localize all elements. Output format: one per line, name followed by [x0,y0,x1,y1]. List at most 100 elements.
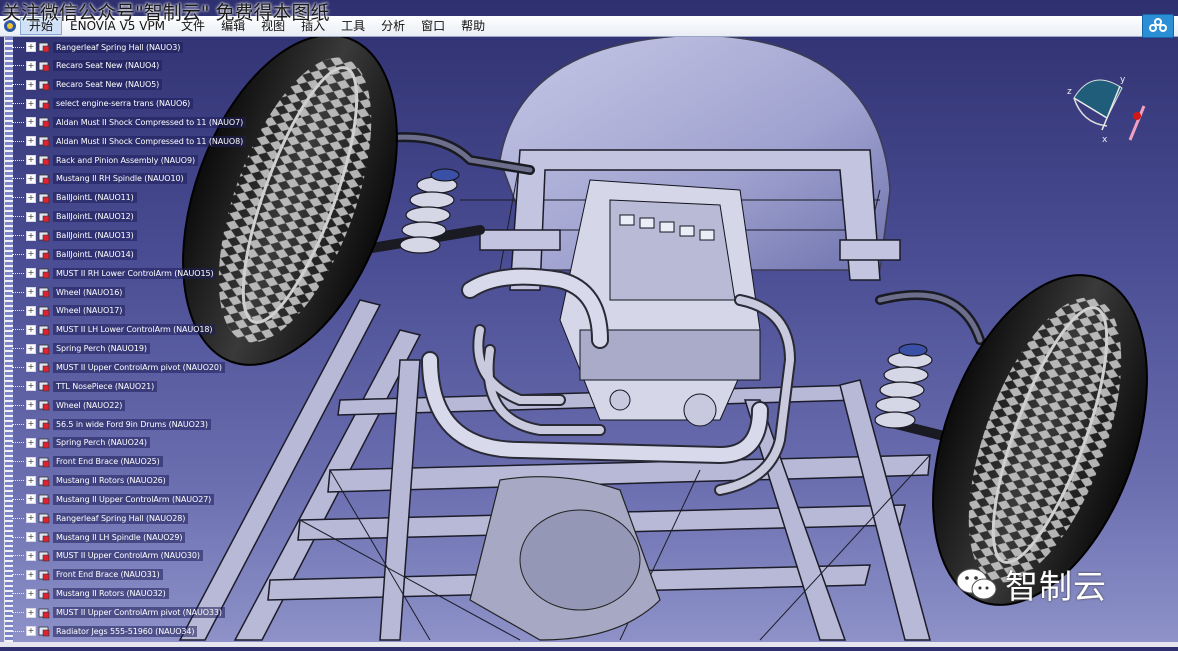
expand-icon[interactable]: + [26,456,36,467]
part-icon [38,551,50,562]
part-icon [38,80,50,90]
expand-icon[interactable]: + [26,42,36,52]
part-icon [38,438,50,449]
tree-node-label: Front End Brace (NAUO25) [53,456,163,468]
menu-analysis[interactable]: 分析 [373,16,413,36]
part-icon [38,99,50,109]
tree-connector [12,517,24,519]
tree-node[interactable]: + MUST II Upper ControlArm (NAUO30) [12,548,203,564]
part-icon [38,155,50,166]
expand-icon[interactable]: + [26,362,36,373]
tree-node[interactable]: + Mustang II Rotors (NAUO32) [12,586,169,602]
part-icon [38,249,50,260]
tree-node-label: Rangerleaf Spring Hall (NAUO28) [53,512,189,524]
expand-icon[interactable]: + [26,211,36,222]
tree-connector [12,329,24,331]
tree-connector [12,46,24,48]
expand-icon[interactable]: + [26,343,36,354]
tree-node[interactable]: + Rangerleaf Spring Hall (NAUO3) [12,39,184,55]
tree-connector [12,197,24,199]
tree-node[interactable]: + Recaro Seat New (NAUO5) [12,77,163,93]
tree-node[interactable]: + Front End Brace (NAUO25) [12,454,163,470]
expand-icon[interactable]: + [26,626,36,637]
tree-node[interactable]: + BallJointL (NAUO12) [12,209,137,225]
tree-node[interactable]: +56.5 in wide Ford 9in Drums (NAUO23) [12,416,211,432]
expand-icon[interactable]: + [26,173,36,184]
tree-connector [12,442,24,444]
tree-node[interactable]: + Spring Perch (NAUO24) [12,435,150,451]
expand-icon[interactable]: + [26,155,36,166]
tree-node-label: Aldan Must II Shock Compressed to 11 (NA… [53,116,247,128]
tree-node[interactable]: + Aldan Must II Shock Compressed to 11 (N… [12,133,247,149]
expand-icon[interactable]: + [26,117,36,128]
tree-node[interactable]: + MUST II LH Lower ControlArm (NAUO18) [12,322,216,338]
expand-icon[interactable]: + [26,532,36,543]
expand-icon[interactable]: + [26,494,36,505]
expand-icon[interactable]: + [26,588,36,599]
part-icon [38,136,50,147]
tree-node[interactable]: + TTL NosePiece (NAUO21) [12,378,158,394]
part-icon [38,457,50,467]
tree-node[interactable]: + Mustang II RH Spindle (NAUO10) [12,171,187,187]
network-help-button[interactable] [1142,14,1174,38]
tree-node[interactable]: + Mustang II Rotors (NAUO26) [12,473,169,489]
expand-icon[interactable]: + [26,79,36,90]
expand-icon[interactable]: + [26,249,36,260]
tree-node-label: TTL NosePiece (NAUO21) [53,380,158,392]
compass-widget[interactable]: z y x [1062,68,1152,152]
part-icon [38,117,50,128]
tree-connector [12,555,24,557]
menu-tools[interactable]: 工具 [333,16,373,36]
tree-node[interactable]: + Radiator Jegs 555-51960 (NAUO34) [12,623,198,639]
expand-icon[interactable]: + [26,136,36,147]
expand-icon[interactable]: + [26,268,36,279]
tree-node[interactable]: + Aldan Must II Shock Compressed to 11 (N… [12,114,247,130]
tree-node[interactable]: + Recaro Seat New (NAUO4) [12,58,163,74]
tree-node-label: select engine-serra trans (NAUO6) [53,98,194,110]
tree-node[interactable]: + Rack and Pinion Assembly (NAUO9) [12,152,198,168]
brand-watermark-text: 智制云 [1005,567,1107,606]
tree-node-label: Wheel (NAUO22) [53,399,126,411]
expand-icon[interactable]: + [26,569,36,580]
tree-node[interactable]: + MUST II Upper ControlArm pivot (NAUO33) [12,605,225,621]
expand-icon[interactable]: + [26,381,36,392]
expand-icon[interactable]: + [26,550,36,561]
tree-node[interactable]: + Wheel (NAUO22) [12,397,126,413]
tree-node-label: MUST II Upper ControlArm pivot (NAUO20) [53,361,225,373]
tree-connector [12,310,24,312]
expand-icon[interactable]: + [26,607,36,618]
tree-node[interactable]: + MUST II Upper ControlArm pivot (NAUO20) [12,359,225,375]
expand-icon[interactable]: + [26,305,36,316]
tree-node[interactable]: + Wheel (NAUO16) [12,284,126,300]
tree-node[interactable]: + Wheel (NAUO17) [12,303,126,319]
expand-icon[interactable]: + [26,513,36,524]
expand-icon[interactable]: + [26,287,36,298]
tree-node[interactable]: + Front End Brace (NAUO31) [12,567,163,583]
menu-window[interactable]: 窗口 [413,16,453,36]
tree-connector [12,291,24,293]
tree-node[interactable]: + Mustang II LH Spindle (NAUO29) [12,529,186,545]
tree-connector [12,253,24,255]
expand-icon[interactable]: + [26,98,36,109]
tree-node[interactable]: + Rangerleaf Spring Hall (NAUO28) [12,510,189,526]
tree-node[interactable]: + select engine-serra trans (NAUO6) [12,96,194,112]
tree-node-label: Recaro Seat New (NAUO4) [53,60,163,72]
expand-icon[interactable]: + [26,400,36,411]
tree-node[interactable]: + Mustang II Upper ControlArm (NAUO27) [12,491,215,507]
tree-node[interactable]: + MUST II RH Lower ControlArm (NAUO15) [12,265,217,281]
network-icon [1149,18,1167,32]
expand-icon[interactable]: + [26,230,36,241]
tree-node[interactable]: + BallJointL (NAUO11) [12,190,137,206]
tree-node[interactable]: + BallJointL (NAUO14) [12,246,137,262]
tree-node[interactable]: + BallJointL (NAUO13) [12,228,137,244]
expand-icon[interactable]: + [26,324,36,335]
menu-help[interactable]: 帮助 [453,16,493,36]
tree-connector [12,630,24,632]
tree-connector [12,235,24,236]
expand-icon[interactable]: + [26,475,36,486]
expand-icon[interactable]: + [26,437,36,448]
expand-icon[interactable]: + [26,192,36,203]
expand-icon[interactable]: + [26,60,36,71]
tree-node[interactable]: + Spring Perch (NAUO19) [12,341,150,357]
expand-icon[interactable]: + [26,419,36,429]
